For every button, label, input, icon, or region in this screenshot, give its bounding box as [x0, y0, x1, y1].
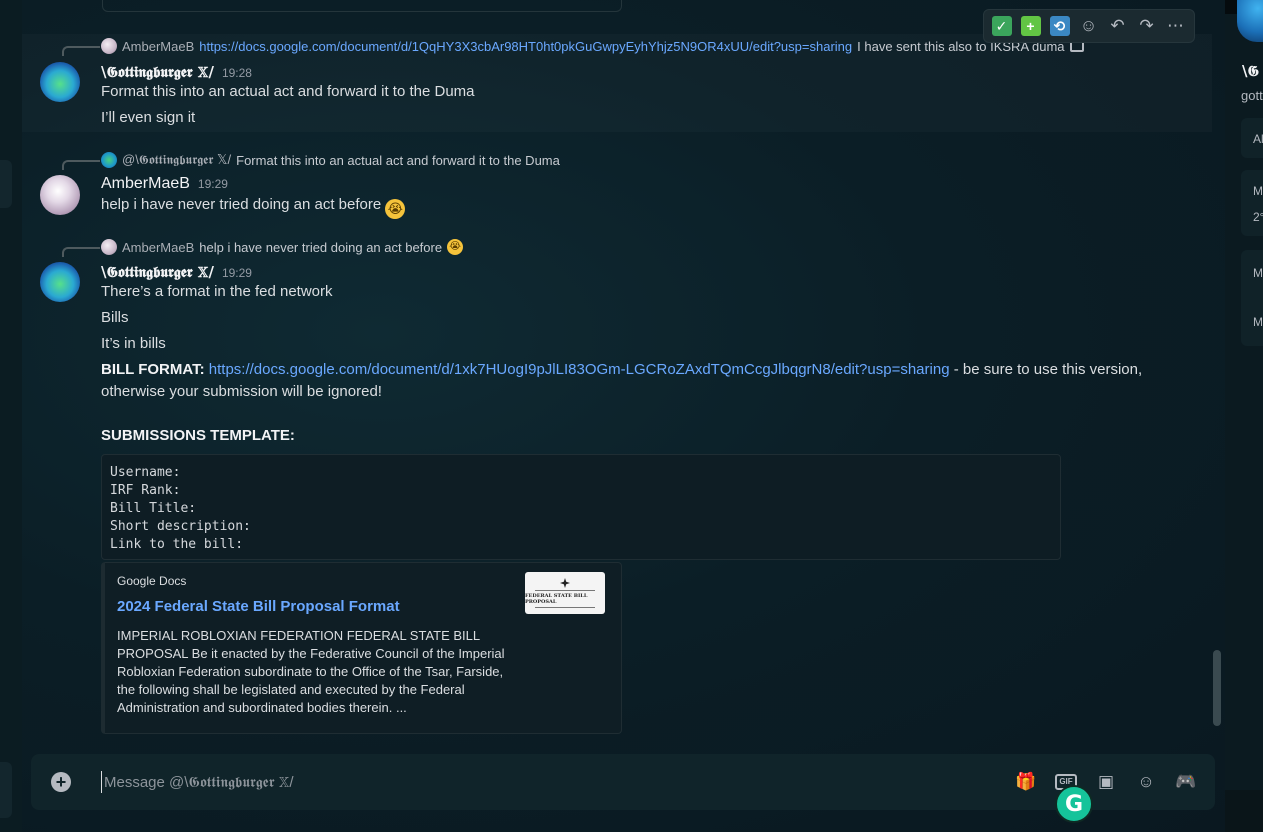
embed-title[interactable]: 2024 Federal State Bill Proposal Format: [117, 598, 400, 615]
reply-avatar: [101, 152, 117, 168]
timestamp[interactable]: 19:29: [222, 266, 252, 280]
code-block[interactable]: Username: IRF Rank: Bill Title: Short de…: [101, 454, 1061, 560]
message-header: \𝕲𝖔𝖙𝖙𝖎𝖓𝖌𝖇𝖚𝖗𝖌𝖊𝖗 𝕏/ 19:28: [101, 63, 252, 81]
profile-card[interactable]: [1241, 170, 1263, 236]
message-text: help i have never tried doing an act bef…: [101, 194, 406, 219]
reply-connector: [62, 46, 100, 56]
message[interactable]: AmberMaeB help i have never tried doing …: [22, 235, 1212, 745]
plus-reaction-icon[interactable]: +: [1017, 13, 1044, 40]
profile-avatar[interactable]: [1237, 0, 1263, 42]
author-name[interactable]: \𝕲𝖔𝖙𝖙𝖎𝖓𝖌𝖇𝖚𝖗𝖌𝖊𝖗 𝕏/: [101, 63, 214, 81]
timestamp[interactable]: 19:28: [222, 66, 252, 80]
user-profile-panel: \𝕲 gott Al M 2° M M: [1225, 0, 1263, 832]
reply-text: help i have never tried doing an act bef…: [199, 239, 443, 255]
message-actions-toolbar: ✓ + ⟲ ☺ ↶ ↷ ⋯: [983, 9, 1195, 43]
crying-emoji-icon[interactable]: 😭: [385, 199, 406, 219]
avatar[interactable]: [40, 262, 80, 302]
bill-format-suffix: - be sure to use this version,: [953, 361, 1143, 378]
message-list[interactable]: AmberMaeB https://docs.google.com/docume…: [22, 0, 1212, 750]
server-sidebar-edge: [0, 0, 22, 832]
sticker-icon[interactable]: ▣: [1094, 770, 1118, 794]
embed-provider[interactable]: Google Docs: [117, 574, 186, 588]
code-line: Short description:: [110, 519, 251, 534]
reply-link[interactable]: https://docs.google.com/document/d/1QqHY…: [199, 39, 852, 54]
gift-icon[interactable]: 🎁: [1014, 770, 1038, 794]
bill-format-link[interactable]: https://docs.google.com/document/d/1xk7H…: [209, 361, 950, 378]
repeat-reaction-icon[interactable]: ⟲: [1046, 13, 1073, 40]
avatar[interactable]: [40, 175, 80, 215]
reply-preview[interactable]: @\𝕲𝖔𝖙𝖙𝖎𝖓𝖌𝖇𝖚𝖗𝖌𝖊𝖗 𝕏/ Format this into an a…: [101, 152, 560, 168]
message-text-content: help i have never tried doing an act bef…: [101, 196, 382, 213]
reply-author[interactable]: @\𝕲𝖔𝖙𝖙𝖎𝖓𝖌𝖇𝖚𝖗𝖌𝖊𝖗 𝕏/: [122, 152, 231, 168]
message-composer: + 🎁 GIF ▣ ☺ 🎮: [31, 754, 1215, 810]
message-header: \𝕲𝖔𝖙𝖙𝖎𝖓𝖌𝖇𝖚𝖗𝖌𝖊𝖗 𝕏/ 19:29: [101, 263, 252, 281]
panel-corner: [1225, 0, 1237, 14]
forward-icon[interactable]: ↷: [1133, 13, 1160, 40]
reply-avatar: [101, 38, 117, 54]
message-text: Bills: [101, 309, 129, 326]
message-text: I’ll even sign it: [101, 109, 196, 126]
link-embed: Google Docs 2024 Federal State Bill Prop…: [101, 562, 622, 734]
bill-format-line2: otherwise your submission will be ignore…: [101, 383, 382, 400]
message-text: Format this into an actual act and forwa…: [101, 83, 475, 100]
profile-username: gott: [1241, 88, 1263, 103]
upload-plus-icon[interactable]: +: [51, 772, 71, 792]
emoji-icon[interactable]: ☺: [1134, 770, 1158, 794]
check-reaction-icon[interactable]: ✓: [988, 13, 1015, 40]
author-name[interactable]: AmberMaeB: [101, 175, 190, 193]
panel-footer: [1225, 790, 1263, 832]
sidebar-selected-item[interactable]: [0, 160, 12, 208]
reply-connector: [62, 247, 100, 257]
more-icon[interactable]: ⋯: [1162, 13, 1189, 40]
reply-text: Format this into an actual act and forwa…: [236, 152, 560, 168]
reply-icon[interactable]: ↶: [1104, 13, 1131, 40]
previous-embed-edge: [102, 0, 622, 12]
profile-card-text: M: [1253, 315, 1263, 329]
reply-avatar: [101, 239, 117, 255]
embed-description: IMPERIAL ROBLOXIAN FEDERATION FEDERAL ST…: [117, 628, 505, 715]
code-line: IRF Rank:: [110, 483, 181, 498]
submissions-label: SUBMISSIONS TEMPLATE:: [101, 427, 295, 444]
seal-icon: [560, 578, 570, 588]
reply-author[interactable]: AmberMaeB: [122, 39, 194, 54]
thumb-divider: [535, 590, 595, 591]
reply-connector: [62, 160, 100, 170]
author-name[interactable]: \𝕲𝖔𝖙𝖙𝖎𝖓𝖌𝖇𝖚𝖗𝖌𝖊𝖗 𝕏/: [101, 263, 214, 281]
profile-card-text: 2°: [1253, 210, 1263, 224]
embed-thumbnail[interactable]: FEDERAL STATE BILL PROPOSAL: [525, 572, 605, 614]
game-controller-icon[interactable]: 🎮: [1174, 770, 1198, 794]
add-reaction-icon[interactable]: ☺: [1075, 13, 1102, 40]
timestamp[interactable]: 19:29: [198, 177, 228, 191]
bill-format-line: BILL FORMAT: https://docs.google.com/doc…: [101, 359, 1142, 381]
profile-name: \𝕲: [1242, 62, 1259, 80]
sidebar-user-area[interactable]: [0, 762, 12, 818]
reply-preview[interactable]: AmberMaeB https://docs.google.com/docume…: [101, 38, 1084, 54]
bill-format-label: BILL FORMAT:: [101, 361, 205, 378]
scrollbar-thumb[interactable]: [1213, 650, 1221, 726]
profile-card-text: M: [1253, 184, 1263, 198]
message-header: AmberMaeB 19:29: [101, 175, 228, 193]
code-line: Link to the bill:: [110, 537, 244, 552]
message-text: There’s a format in the fed network: [101, 283, 333, 300]
avatar[interactable]: [40, 62, 80, 102]
reply-preview[interactable]: AmberMaeB help i have never tried doing …: [101, 239, 464, 255]
thumb-text: FEDERAL STATE BILL PROPOSAL: [525, 593, 588, 605]
message[interactable]: @\𝕲𝖔𝖙𝖙𝖎𝖓𝖌𝖇𝖚𝖗𝖌𝖊𝖗 𝕏/ Format this into an a…: [22, 148, 1212, 224]
thumb-divider: [535, 607, 595, 608]
message-text: It’s in bills: [101, 335, 166, 352]
crying-emoji-icon: 😭: [447, 239, 464, 255]
grammarly-icon[interactable]: G: [1055, 785, 1093, 823]
profile-card-text: M: [1253, 266, 1263, 280]
reply-author[interactable]: AmberMaeB: [122, 240, 194, 255]
code-line: Bill Title:: [110, 501, 197, 516]
message[interactable]: AmberMaeB https://docs.google.com/docume…: [22, 34, 1212, 132]
profile-card-text: Al: [1253, 132, 1263, 146]
code-line: Username:: [110, 465, 181, 480]
profile-card[interactable]: [1241, 250, 1263, 346]
message-input[interactable]: [101, 771, 981, 793]
